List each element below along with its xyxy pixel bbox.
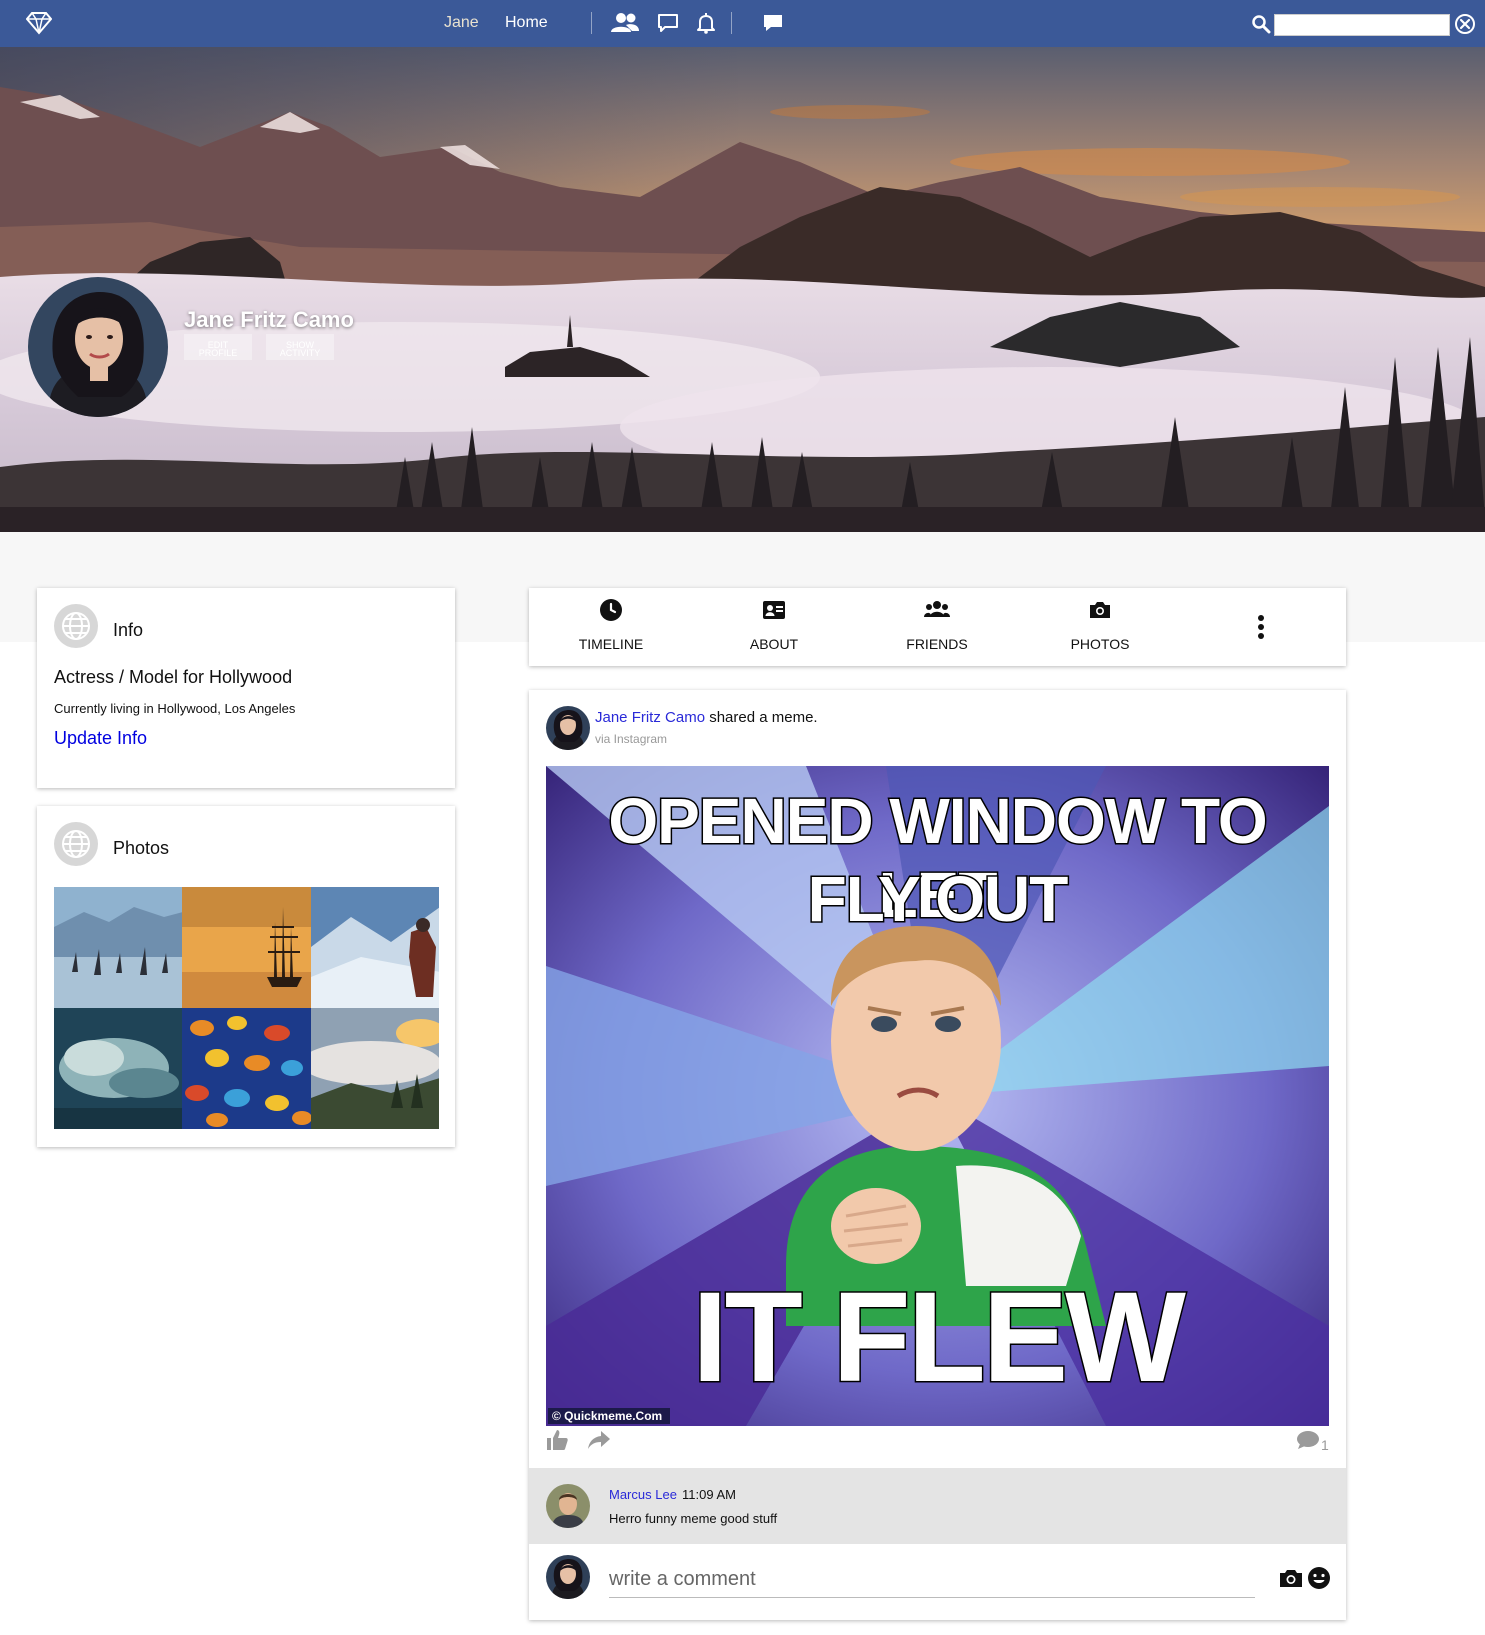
tab-photos-label: PHOTOS [1070,636,1130,652]
update-info-link[interactable]: Update Info [54,728,147,749]
chat-icon[interactable] [761,11,785,35]
bell-icon[interactable] [694,11,718,35]
current-user-avatar [546,1555,590,1599]
tab-friends[interactable]: FRIENDS [877,588,997,666]
comment-time: 11:09 AM [682,1487,736,1502]
autumn-leaves-photo[interactable] [182,1008,311,1129]
post-author-avatar[interactable] [546,706,590,750]
show-activity-label-line2: ACTIVITY [279,348,321,358]
users-icon [924,601,950,617]
tall-ship-sunset-photo[interactable] [182,887,311,1008]
nav-divider [731,12,732,34]
clear-icon[interactable] [1454,13,1476,35]
edit-profile-button[interactable]: EDIT PROFILE [184,334,252,360]
globe-icon [54,604,98,648]
meme-credit: © Quickmeme.Com [548,1408,671,1424]
meme-image[interactable]: OPENED WINDOW TO LET FLY OUT IT FLEW OUT… [546,766,1329,1426]
photos-card-title: Photos [113,838,170,858]
mountain-climber-photo[interactable] [310,887,439,1008]
diamond-logo-icon[interactable] [26,11,52,35]
tab-friends-label: FRIENDS [906,636,968,652]
camera-icon[interactable] [1279,1567,1303,1589]
more-options-icon[interactable] [1256,614,1266,640]
misty-valley-photo[interactable] [310,1008,439,1129]
like-icon[interactable] [545,1428,569,1452]
sailboats-lake-photo[interactable] [54,887,183,1008]
commenter-name-link[interactable]: Marcus Lee [609,1487,677,1502]
post-source: via Instagram [595,732,668,746]
stormy-clouds-photo[interactable] [54,1008,183,1129]
tab-timeline[interactable]: TIMELINE [551,588,671,666]
tab-about-label: ABOUT [749,636,799,652]
post-author-link[interactable]: Jane Fritz Camo [595,709,705,726]
tab-timeline-label: TIMELINE [578,636,644,652]
search-input[interactable] [1274,14,1450,36]
comment-text: Herro funny meme good stuff [609,1511,778,1526]
cover-photo: Jane Fritz Camo EDIT PROFILE SHOW ACTIVI… [0,47,1485,532]
photos-card: Photos [37,806,455,1147]
write-comment-input[interactable] [609,1562,1255,1598]
post-card: Jane Fritz Camo shared a meme. via Insta… [529,690,1346,1620]
comment-count: 1 [1321,1437,1329,1453]
globe-icon [54,822,98,866]
friends-icon[interactable] [610,11,640,35]
id-card-icon [763,601,785,619]
share-icon[interactable] [587,1430,611,1450]
profile-name: Jane Fritz Camo [184,307,354,332]
post-header: Jane Fritz Camo shared a meme. [595,709,818,726]
comment-icon[interactable] [1296,1430,1320,1450]
search-icon [1252,15,1271,34]
nav-user-link[interactable]: Jane [444,14,479,32]
show-activity-button[interactable]: SHOW ACTIVITY [266,334,334,360]
meme-bottom-line: IT FLEW OUT [691,1265,1188,1427]
post-action-text: shared a meme. [705,709,818,726]
info-job: Actress / Model for Hollywood [54,667,293,687]
info-card-title: Info [113,620,144,640]
info-living: Currently living in Hollywood, Los Angel… [54,701,296,716]
messages-icon[interactable] [656,11,680,35]
clock-icon [600,599,622,621]
comment-item: Marcus Lee 11:09 AM Herro funny meme goo… [529,1468,1346,1544]
camera-icon [1090,602,1110,618]
photo-grid [54,887,439,1129]
emoji-icon[interactable] [1307,1566,1331,1590]
commenter-avatar[interactable] [546,1484,590,1528]
profile-tabs: TIMELINE ABOUT FRIENDS PHOTOS [529,588,1346,666]
info-card: Info Actress / Model for Hollywood Curre… [37,588,455,788]
tab-about[interactable]: ABOUT [714,588,834,666]
top-navbar: Jane Home [0,0,1485,47]
tab-photos[interactable]: PHOTOS [1040,588,1160,666]
edit-profile-label-line2: PROFILE [198,348,238,358]
nav-divider [591,12,592,34]
profile-avatar[interactable] [28,277,168,417]
meme-top-line-2: FLY OUT [806,862,1070,937]
nav-home-link[interactable]: Home [505,14,548,32]
